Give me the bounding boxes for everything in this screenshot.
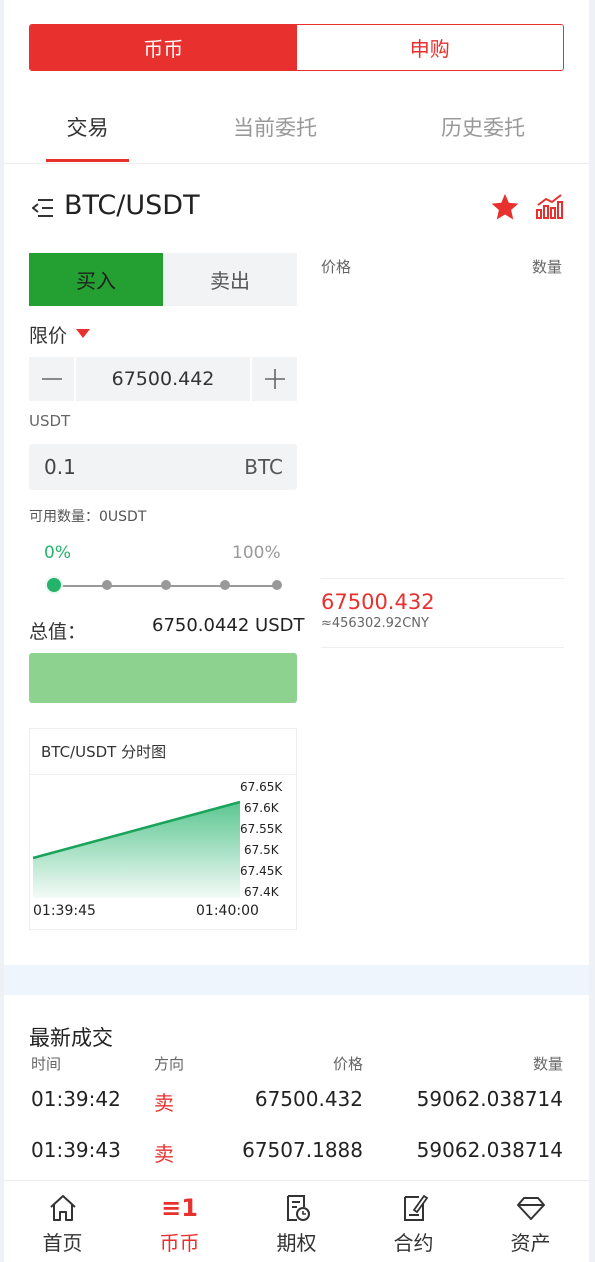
nav-spot[interactable]: ≡1 币币 bbox=[121, 1181, 238, 1262]
trade-price: 67507.1888 bbox=[242, 1138, 363, 1162]
nav-contract[interactable]: 合约 bbox=[355, 1181, 472, 1262]
price-decrease-button[interactable] bbox=[29, 357, 74, 401]
mini-chart-plot: 67.65K 67.6K 67.55K 67.5K 67.45K 67.4K 0… bbox=[30, 774, 296, 919]
mini-chart-x-tick: 01:40:00 bbox=[196, 903, 259, 919]
last-price: 67500.432 bbox=[321, 590, 435, 614]
spot-icon: ≡1 bbox=[161, 1194, 198, 1222]
percent-slider-handle[interactable] bbox=[45, 576, 63, 594]
plus-icon bbox=[264, 369, 285, 389]
nav-home-label: 首页 bbox=[42, 1231, 83, 1255]
minus-icon bbox=[41, 378, 62, 380]
price-unit: USDT bbox=[29, 412, 71, 430]
trades-header-amount: 数量 bbox=[532, 1055, 563, 1073]
dropdown-triangle-icon[interactable] bbox=[76, 329, 90, 338]
spot-switch-button[interactable]: 币币 bbox=[30, 25, 297, 70]
kline-chart-icon[interactable] bbox=[535, 192, 563, 220]
nav-assets[interactable]: 资产 bbox=[472, 1181, 589, 1262]
orderbook-divider-top bbox=[321, 578, 564, 579]
nav-options[interactable]: 期权 bbox=[238, 1181, 355, 1262]
order-type-select[interactable]: 限价 bbox=[29, 321, 67, 348]
mini-chart-y-tick: 67.45K bbox=[240, 864, 283, 878]
latest-trades-title: 最新成交 bbox=[29, 1026, 113, 1050]
bottom-nav: 首页 ≡1 币币 期权 合约 资产 bbox=[4, 1180, 589, 1262]
mini-chart-title: BTC/USDT 分时图 bbox=[41, 743, 167, 761]
trade-side: 卖 bbox=[154, 1091, 174, 1115]
quantity-value[interactable]: 0.1 bbox=[44, 455, 76, 479]
trade-price: 67500.432 bbox=[254, 1087, 363, 1111]
trade-side: 卖 bbox=[154, 1142, 174, 1166]
total-value: 6750.0442 USDT bbox=[152, 615, 305, 636]
slider-stop-100[interactable] bbox=[272, 580, 282, 590]
trade-time: 01:39:42 bbox=[31, 1087, 121, 1111]
sell-tab-button[interactable]: 卖出 bbox=[163, 253, 297, 306]
tabs-divider bbox=[4, 163, 589, 164]
trades-header-time: 时间 bbox=[31, 1055, 62, 1073]
quantity-field[interactable]: 0.1 BTC bbox=[29, 444, 297, 490]
mini-chart-y-tick: 67.4K bbox=[244, 885, 280, 899]
mini-chart-y-tick: 67.6K bbox=[244, 801, 280, 815]
diamond-icon bbox=[516, 1197, 545, 1220]
mini-chart-y-tick: 67.65K bbox=[240, 780, 283, 794]
trade-amount: 59062.038714 bbox=[416, 1138, 563, 1162]
price-stepper: 67500.442 bbox=[29, 357, 297, 401]
tab-order-history[interactable]: 历史委托 bbox=[424, 112, 542, 142]
trade-time: 01:39:43 bbox=[31, 1138, 121, 1162]
slider-stop-50[interactable] bbox=[161, 580, 171, 590]
price-input[interactable]: 67500.442 bbox=[76, 357, 250, 401]
trade-amount: 59062.038714 bbox=[416, 1087, 563, 1111]
nav-spot-label: 币币 bbox=[159, 1231, 200, 1255]
subscribe-switch-button[interactable]: 申购 bbox=[296, 25, 563, 70]
slider-stop-75[interactable] bbox=[220, 580, 230, 590]
tab-trade[interactable]: 交易 bbox=[46, 112, 129, 142]
menu-left-icon[interactable] bbox=[32, 198, 54, 218]
star-icon[interactable] bbox=[490, 192, 520, 222]
trades-header-side: 方向 bbox=[154, 1055, 185, 1073]
available-balance: 可用数量：0USDT bbox=[29, 509, 147, 525]
submit-buy-button[interactable] bbox=[29, 653, 297, 703]
orderbook-divider-bottom bbox=[321, 647, 564, 648]
orderbook-price-header: 价格 bbox=[321, 258, 352, 276]
nav-home[interactable]: 首页 bbox=[4, 1181, 121, 1262]
market-switch: 币币 申购 bbox=[29, 24, 564, 71]
section-divider bbox=[4, 965, 589, 995]
mini-chart-y-tick: 67.55K bbox=[240, 822, 283, 836]
pair-title[interactable]: BTC/USDT bbox=[64, 190, 200, 221]
mini-chart-x-tick: 01:39:45 bbox=[33, 903, 96, 919]
home-icon bbox=[49, 1195, 76, 1221]
options-icon bbox=[286, 1195, 310, 1221]
nav-assets-label: 资产 bbox=[510, 1231, 551, 1255]
nav-contract-label: 合约 bbox=[393, 1231, 434, 1255]
contract-icon bbox=[403, 1194, 428, 1221]
tab-current-orders[interactable]: 当前委托 bbox=[216, 112, 334, 142]
price-increase-button[interactable] bbox=[252, 357, 297, 401]
trades-header-price: 价格 bbox=[332, 1055, 363, 1073]
mini-chart-y-tick: 67.5K bbox=[244, 843, 280, 857]
buy-tab-button[interactable]: 买入 bbox=[29, 253, 163, 306]
tab-underline bbox=[46, 159, 129, 162]
trade-page: 币币 申购 交易 当前委托 历史委托 BTC/USDT 买入 卖出 价格 数量 … bbox=[4, 0, 589, 1262]
slider-stop-25[interactable] bbox=[102, 580, 112, 590]
last-price-cny: ≈456302.92CNY bbox=[321, 616, 429, 631]
percent-max-label: 100% bbox=[232, 543, 281, 563]
total-label: 总值： bbox=[29, 621, 87, 643]
nav-options-label: 期权 bbox=[276, 1231, 317, 1255]
percent-min-label: 0% bbox=[44, 543, 71, 563]
quantity-unit: BTC bbox=[244, 455, 283, 479]
orderbook-amount-header: 数量 bbox=[532, 258, 563, 276]
